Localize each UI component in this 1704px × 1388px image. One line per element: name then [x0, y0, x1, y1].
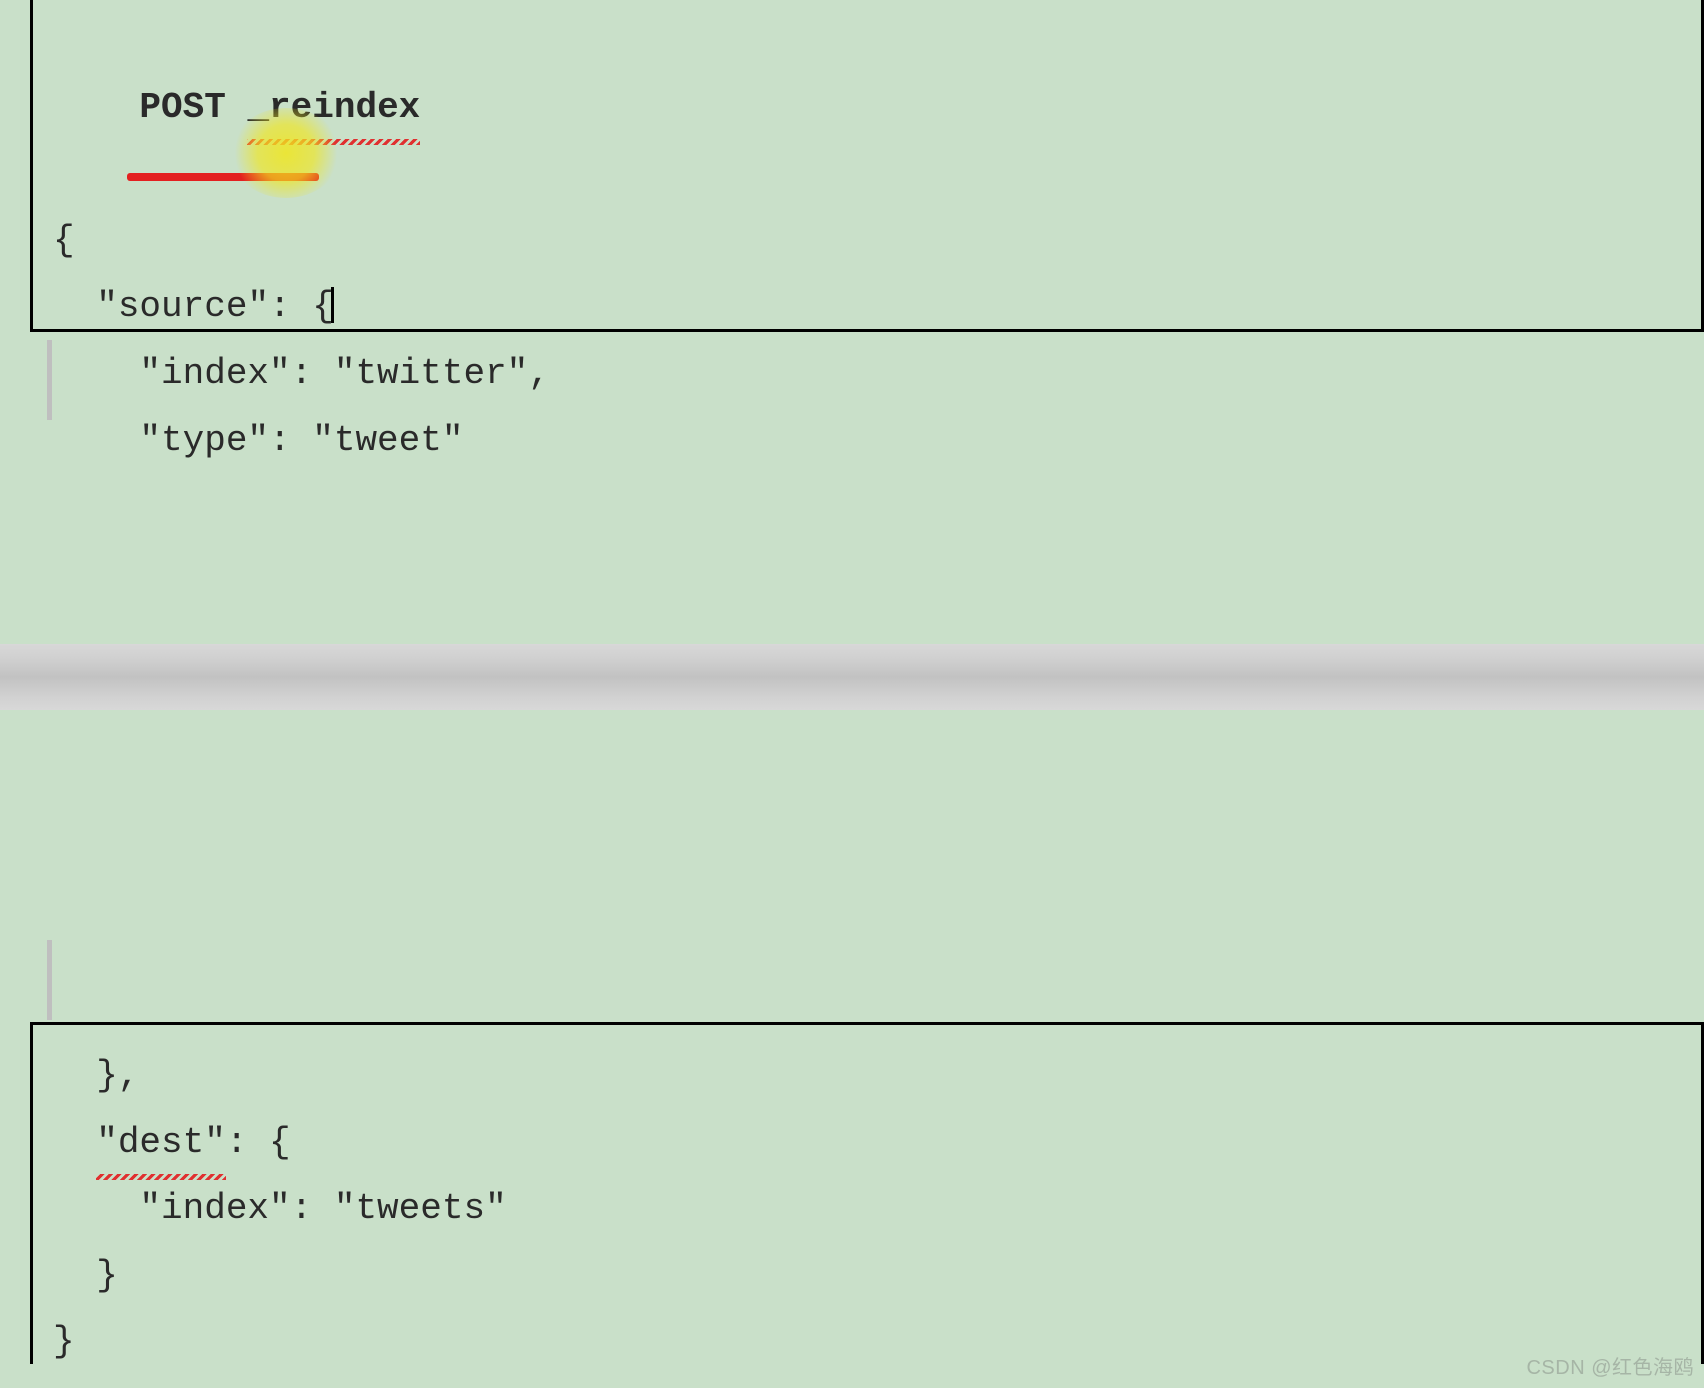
code-line-4[interactable]: "index": "twitter", — [53, 341, 1681, 408]
code-line-b4[interactable]: } — [53, 1243, 1681, 1310]
gutter-bar-bottom — [47, 940, 52, 1020]
red-underline-annotation — [127, 173, 319, 181]
code-line-2[interactable]: { — [53, 208, 1681, 275]
http-method: POST — [139, 87, 225, 128]
code-line-b2[interactable]: "dest": { — [53, 1110, 1681, 1177]
code-editor-bottom-panel[interactable]: }, "dest": { "index": "tweets" } } — [30, 1022, 1704, 1364]
json-syntax: : { — [226, 1122, 291, 1163]
code-line-b1[interactable]: }, — [53, 1043, 1681, 1110]
gutter-bar-top — [47, 340, 52, 420]
code-line-5[interactable]: "type": "tweet" — [53, 408, 1681, 475]
watermark-text: CSDN @红色海鸥 — [1526, 1351, 1694, 1380]
code-line-3[interactable]: "source": { — [53, 274, 1681, 341]
json-key-dest: "dest" — [96, 1110, 226, 1177]
json-key-source: "source" — [96, 286, 269, 327]
text-cursor — [331, 287, 334, 323]
code-line-b5[interactable]: } — [53, 1309, 1681, 1376]
json-syntax: : { — [269, 286, 334, 327]
code-line-b3[interactable]: "index": "tweets" — [53, 1176, 1681, 1243]
endpoint-name: _reindex — [247, 75, 420, 142]
code-editor-top-panel[interactable]: POST _reindex { "source": { "index": "tw… — [30, 0, 1704, 332]
panel-divider[interactable] — [0, 644, 1704, 710]
